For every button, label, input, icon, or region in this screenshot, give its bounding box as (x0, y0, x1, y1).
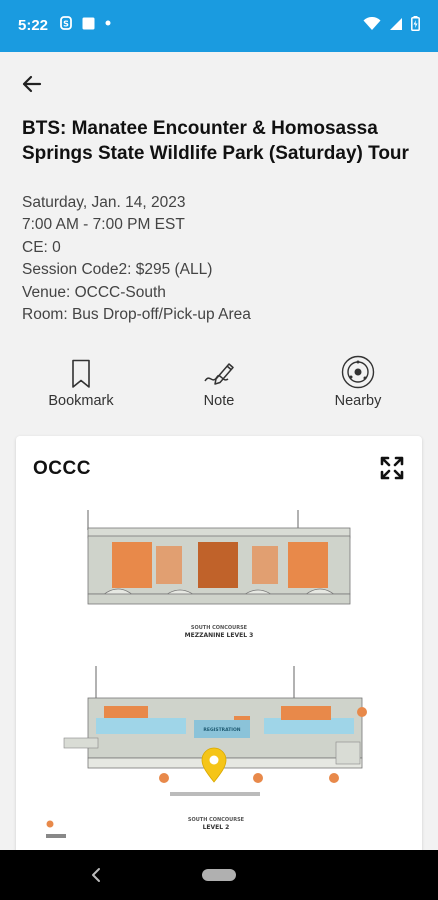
action-row: Bookmark Note Nearby (0, 355, 438, 415)
note-label: Note (203, 393, 235, 409)
note-pencil-icon (204, 363, 234, 385)
back-arrow-icon[interactable] (18, 70, 46, 98)
bookmark-icon (72, 359, 90, 388)
nav-back-icon[interactable] (88, 866, 104, 884)
svg-text:S: S (63, 20, 69, 29)
wifi-icon (363, 16, 381, 30)
map-title: OCCC (33, 458, 91, 479)
nav-home-pill[interactable] (202, 869, 236, 881)
expand-fullscreen-icon[interactable] (380, 456, 404, 480)
system-icons (363, 16, 420, 31)
bookmark-button[interactable]: Bookmark (26, 355, 136, 409)
level2-heading: SOUTH CONCOURSE (188, 817, 245, 823)
session-ce: CE: 0 (22, 238, 61, 256)
bookmark-label: Bookmark (48, 393, 114, 409)
floor-plan-map[interactable]: SOUTH CONCOURSE MEZZANINE LEVEL 3 REGIST… (36, 506, 406, 856)
nearby-button[interactable]: Nearby (303, 355, 413, 409)
session-time: 7:00 AM - 7:00 PM EST (22, 216, 185, 234)
system-nav-bar (0, 850, 438, 900)
mezzanine-label: MEZZANINE LEVEL 3 (185, 632, 254, 639)
status-time: 5:22 (18, 17, 49, 34)
session-detail-screen: BTS: Manatee Encounter & Homosassa Sprin… (0, 52, 438, 856)
square-icon (82, 17, 95, 29)
mezzanine-heading: SOUTH CONCOURSE (191, 625, 248, 631)
location-pin-icon[interactable] (201, 747, 227, 783)
venue-map-card: OCCC SOUTH CONCOURSE MEZZANINE LEVEL 3 R… (16, 436, 422, 856)
session-room: Room: Bus Drop-off/Pick-up Area (22, 306, 251, 324)
registration-label: REGISTRATION (203, 727, 240, 733)
mezzanine-level-3-plan: SOUTH CONCOURSE MEZZANINE LEVEL 3 (87, 510, 351, 639)
notification-icons: S (60, 16, 111, 30)
nearby-label: Nearby (334, 393, 382, 409)
session-title: BTS: Manatee Encounter & Homosassa Sprin… (22, 118, 409, 164)
session-date: Saturday, Jan. 14, 2023 (22, 194, 186, 211)
dot-icon (105, 20, 111, 26)
session-code: Session Code2: $295 (ALL) (22, 261, 213, 279)
session-details: Saturday, Jan. 14, 2023 7:00 AM - 7:00 P… (22, 192, 422, 326)
battery-icon (411, 16, 420, 31)
nearby-target-icon (341, 355, 375, 389)
sync-icon: S (60, 16, 72, 30)
signal-icon (390, 17, 402, 30)
status-bar: 5:22 S (0, 0, 438, 52)
note-button[interactable]: Note (164, 355, 274, 409)
level2-label: LEVEL 2 (203, 824, 230, 831)
session-venue: Venue: OCCC-South (22, 283, 166, 301)
